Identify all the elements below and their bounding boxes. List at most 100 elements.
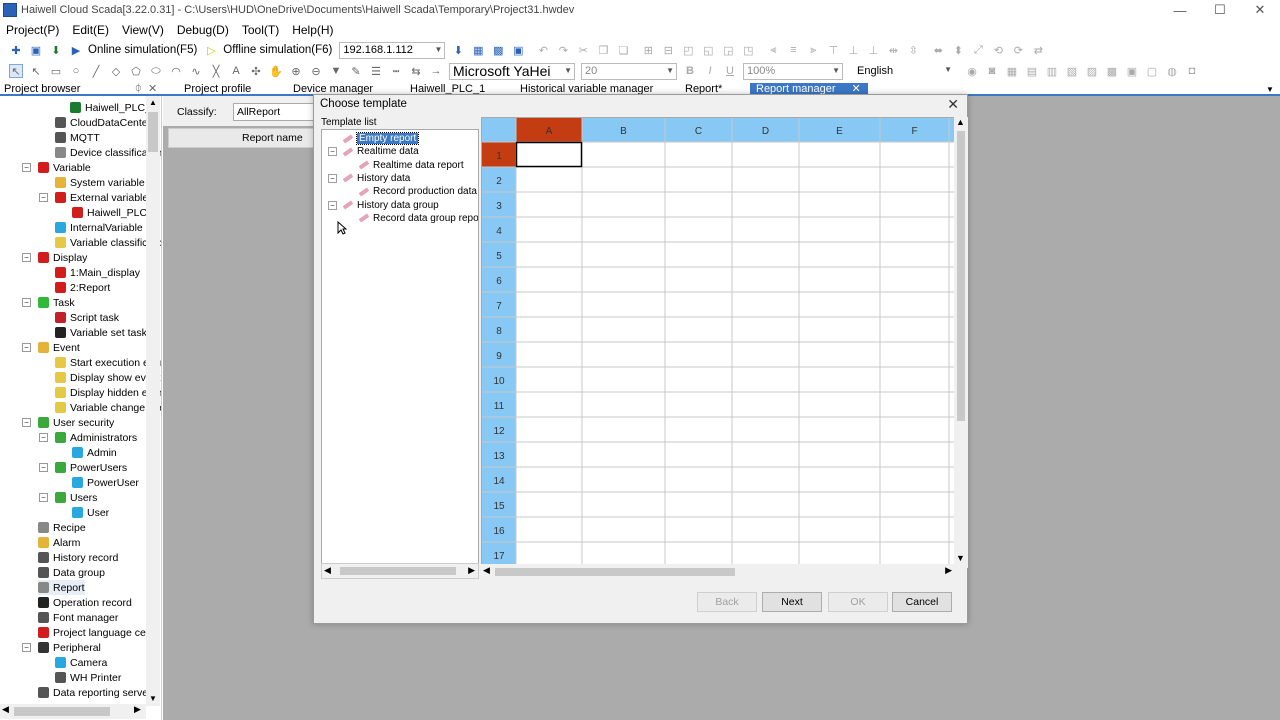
zoom-select[interactable]: 100% ▼	[743, 62, 843, 80]
ellipse-icon[interactable]: ⬭	[149, 64, 163, 78]
row-header[interactable]: 13	[493, 451, 505, 462]
row-header[interactable]: 10	[493, 376, 505, 387]
tree-item[interactable]: Data group	[38, 565, 105, 580]
ok-button[interactable]: OK	[828, 592, 888, 612]
font-size-select[interactable]: 20 ▼	[581, 62, 677, 80]
minimize-button[interactable]: —	[1160, 0, 1200, 20]
font-family-select[interactable]: Microsoft YaHei ▼	[449, 62, 575, 80]
tree-item[interactable]: Task	[38, 295, 75, 310]
tree-item[interactable]: Font manager	[38, 610, 118, 625]
tree-item[interactable]: Event	[38, 340, 80, 355]
tree-item[interactable]: Variable set task	[55, 325, 147, 340]
scroll-left-icon[interactable]: ◀	[2, 704, 9, 715]
template-collapse-toggle[interactable]: −	[328, 173, 337, 183]
play-offline-icon[interactable]: ▷	[204, 43, 218, 57]
column-header[interactable]: C	[695, 126, 702, 137]
tree-collapse-toggle[interactable]: −	[39, 433, 48, 442]
download-icon[interactable]: ⬇	[49, 43, 63, 57]
tree-item[interactable]: Peripheral	[38, 640, 101, 655]
scroll-left-icon[interactable]: ◀	[324, 565, 331, 576]
row-header[interactable]: 4	[496, 226, 502, 237]
tree-item[interactable]: 1:Main_display	[55, 265, 140, 280]
tree-item[interactable]: Camera	[55, 655, 107, 670]
menu-tool[interactable]: Tool(T)	[242, 23, 279, 37]
tree-collapse-toggle[interactable]: −	[22, 163, 31, 172]
menu-view[interactable]: View(V)	[122, 23, 164, 37]
ip-address-select[interactable]: 192.168.1.112 ▼	[339, 41, 446, 59]
distribute-v-icon[interactable]: ⇳	[906, 43, 920, 57]
tree-item[interactable]: Haiwell_PLC_1	[70, 100, 157, 115]
tree-item[interactable]: Project language center	[38, 625, 161, 640]
template-collapse-toggle[interactable]: −	[328, 147, 337, 157]
row-header[interactable]: 5	[496, 251, 502, 262]
layout7-icon[interactable]: ▢	[1145, 64, 1159, 78]
column-header[interactable]: F	[911, 126, 917, 137]
underline-button[interactable]: U	[723, 64, 737, 78]
group-icon[interactable]: ⊞	[641, 43, 655, 57]
scroll-right-icon[interactable]: ▶	[134, 704, 141, 715]
tree-collapse-toggle[interactable]: −	[22, 298, 31, 307]
hand-icon[interactable]: ✋	[269, 64, 283, 78]
tree-item[interactable]: Alarm	[38, 535, 80, 550]
row-header[interactable]: 14	[493, 476, 505, 487]
tree-item[interactable]: Administrators	[55, 430, 137, 445]
layout2-icon[interactable]: ▥	[1045, 64, 1059, 78]
rotate-left-icon[interactable]: ⟲	[991, 43, 1005, 57]
polygon-icon[interactable]: ⬠	[129, 64, 143, 78]
paste-icon[interactable]: ❏	[616, 43, 630, 57]
scroll-thumb[interactable]	[957, 131, 965, 421]
select-icon[interactable]: ↖	[29, 64, 43, 78]
pipe-icon[interactable]: ╳	[209, 64, 223, 78]
language-select[interactable]: English ▼	[854, 63, 954, 80]
zoom-out-icon[interactable]: ⊖	[309, 64, 323, 78]
scroll-up-icon[interactable]: ▲	[956, 117, 965, 127]
row-header[interactable]: 15	[493, 501, 505, 512]
line-width-icon[interactable]: ☰	[369, 64, 383, 78]
curve-icon[interactable]: ∿	[189, 64, 203, 78]
layout1-icon[interactable]: ▤	[1025, 64, 1039, 78]
row-header[interactable]: 2	[496, 176, 502, 187]
template-item[interactable]: Realtime data	[342, 145, 419, 158]
rotate-right-icon[interactable]: ⟳	[1011, 43, 1025, 57]
arrow-end-icon[interactable]: →	[429, 64, 443, 78]
tree-collapse-toggle[interactable]: −	[39, 493, 48, 502]
tab-list-dropdown-icon[interactable]: ▼	[1266, 83, 1274, 96]
cancel-button[interactable]: Cancel	[892, 592, 952, 612]
row-header[interactable]: 11	[494, 401, 505, 412]
classify-select[interactable]: AllReport	[233, 103, 319, 121]
scroll-thumb[interactable]	[148, 112, 158, 152]
close-window-button[interactable]: ✕	[1240, 0, 1280, 20]
same-height-icon[interactable]: ⬍	[951, 43, 965, 57]
tree-item[interactable]: System variable	[55, 175, 145, 190]
pointer-icon[interactable]: ↖	[9, 64, 23, 78]
column-header[interactable]: D	[762, 126, 769, 137]
tree-item[interactable]: WH Printer	[55, 670, 121, 685]
column-header[interactable]: E	[836, 126, 843, 137]
layout6-icon[interactable]: ▣	[1125, 64, 1139, 78]
tree-item[interactable]: External variables	[55, 190, 153, 205]
scroll-up-icon[interactable]: ▲	[146, 96, 160, 110]
zoom-in-icon[interactable]: ⊕	[289, 64, 303, 78]
tree-collapse-toggle[interactable]: −	[22, 643, 31, 652]
template-item[interactable]: History data	[342, 172, 410, 185]
scroll-right-icon[interactable]: ▶	[945, 565, 952, 576]
tree-item[interactable]: User	[72, 505, 109, 520]
menu-edit[interactable]: Edit(E)	[72, 23, 109, 37]
monitor-icon[interactable]: ▩	[491, 43, 505, 57]
line-icon[interactable]: ╱	[89, 64, 103, 78]
line-style-icon[interactable]: ┅	[389, 64, 403, 78]
bring-front-icon[interactable]: ◰	[681, 43, 695, 57]
template-collapse-toggle[interactable]: −	[328, 200, 337, 210]
scroll-thumb[interactable]	[14, 707, 110, 716]
tree-horizontal-scrollbar[interactable]: ◀ ▶	[0, 704, 146, 719]
rectangle-icon[interactable]: ▭	[49, 64, 63, 78]
row-header[interactable]: 12	[493, 426, 505, 437]
image-icon[interactable]: ✣	[249, 64, 263, 78]
redo-icon[interactable]: ↷	[556, 43, 570, 57]
scroll-thumb[interactable]	[340, 567, 456, 575]
column-header[interactable]: B	[620, 126, 627, 137]
align-bottom-icon[interactable]: ⊥	[866, 43, 880, 57]
send-back-icon[interactable]: ◱	[701, 43, 715, 57]
offline-simulation-button[interactable]: Offline simulation(F6)	[223, 44, 332, 56]
config-icon[interactable]: ▣	[511, 43, 525, 57]
